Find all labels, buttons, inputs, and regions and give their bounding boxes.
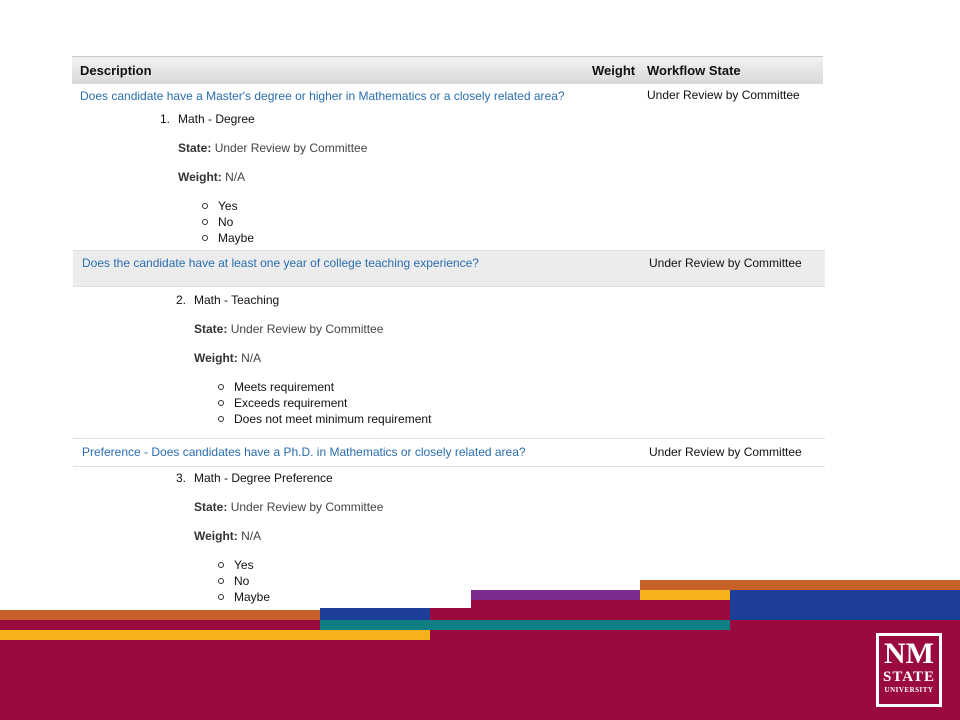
band-gold-mid	[640, 590, 730, 600]
weight-label: Weight:	[178, 170, 222, 184]
option-item: Yes	[218, 557, 270, 573]
band-gold-left	[0, 630, 430, 640]
state-value: Under Review by Committee	[214, 141, 368, 155]
question-link-3[interactable]: Preference - Does candidates have a Ph.D…	[82, 445, 526, 459]
weight-value: N/A	[225, 170, 246, 184]
band-orange-left	[0, 610, 320, 620]
state-label: State:	[194, 500, 228, 514]
workflow-state-1: Under Review by Committee	[647, 88, 800, 102]
item-title-1: Math - Degree	[178, 112, 255, 126]
state-line-1: State: Under Review by Committee	[178, 141, 367, 155]
logo-text-state: STATE	[883, 669, 935, 685]
logo-mark: NM STATE UNIVERSITY	[879, 636, 939, 704]
weight-line-2: Weight: N/A	[194, 351, 261, 365]
weight-value: N/A	[241, 351, 262, 365]
option-item: Does not meet minimum requirement	[218, 411, 431, 427]
band-blue-left	[320, 608, 430, 620]
weight-line-1: Weight: N/A	[178, 170, 245, 184]
table-header: Description Weight Workflow State	[72, 56, 823, 84]
band-orange-right	[640, 580, 960, 590]
workflow-state-2: Under Review by Committee	[649, 256, 802, 270]
band-teal	[320, 620, 730, 630]
item-number-1: 1.	[160, 112, 171, 126]
state-value: Under Review by Committee	[230, 500, 384, 514]
question-link-2[interactable]: Does the candidate have at least one yea…	[82, 256, 479, 270]
weight-label: Weight:	[194, 351, 238, 365]
logo-text-university: UNIVERSITY	[884, 686, 934, 694]
weight-label: Weight:	[194, 529, 238, 543]
option-item: Exceeds requirement	[218, 395, 431, 411]
question-link-1[interactable]: Does candidate have a Master's degree or…	[80, 86, 580, 106]
options-list-3: Yes No Maybe	[218, 557, 270, 605]
option-item: Maybe	[218, 589, 270, 605]
options-list-2: Meets requirement Exceeds requirement Do…	[218, 379, 431, 427]
band-purple	[471, 590, 640, 600]
nmsu-logo: NM STATE UNIVERSITY	[876, 633, 942, 707]
band-blue-right	[730, 590, 960, 620]
workflow-state-3: Under Review by Committee	[649, 445, 802, 459]
item-number-3: 3.	[176, 471, 187, 485]
weight-value: N/A	[241, 529, 262, 543]
option-item: No	[202, 214, 254, 230]
band-crimson-left	[0, 620, 320, 630]
band-crimson-step2	[430, 608, 730, 620]
header-workflow-state[interactable]: Workflow State	[647, 63, 741, 78]
item-number-2: 2.	[176, 293, 187, 307]
option-item: Yes	[202, 198, 254, 214]
state-line-2: State: Under Review by Committee	[194, 322, 383, 336]
item-title-2: Math - Teaching	[194, 293, 280, 307]
header-weight[interactable]: Weight	[592, 63, 635, 78]
state-label: State:	[178, 141, 212, 155]
option-item: Meets requirement	[218, 379, 431, 395]
state-line-3: State: Under Review by Committee	[194, 500, 383, 514]
options-list-1: Yes No Maybe	[202, 198, 254, 246]
weight-line-3: Weight: N/A	[194, 529, 261, 543]
header-description[interactable]: Description	[80, 63, 152, 78]
item-title-3: Math - Degree Preference	[194, 471, 333, 485]
option-item: Maybe	[202, 230, 254, 246]
option-item: No	[218, 573, 270, 589]
state-value: Under Review by Committee	[230, 322, 384, 336]
logo-text-nm: NM	[884, 637, 934, 670]
footer-crimson-base	[0, 640, 960, 720]
state-label: State:	[194, 322, 228, 336]
